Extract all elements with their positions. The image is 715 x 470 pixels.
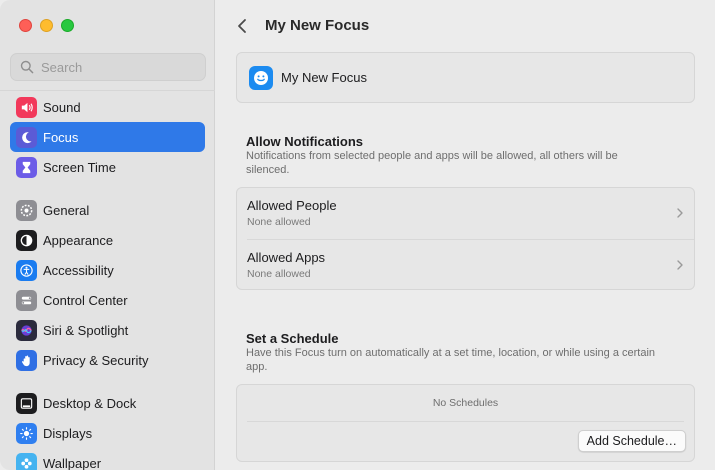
sidebar-item-general[interactable]: General — [10, 195, 205, 225]
wallpaper-icon — [16, 452, 37, 470]
sidebar-group-3: Desktop & Dock Displays Wallpaper — [10, 388, 205, 470]
sidebar-group-2: General Appearance Accessibility Control… — [10, 195, 205, 375]
sidebar-item-label: General — [43, 202, 90, 218]
sidebar-item-sound[interactable]: Sound — [10, 92, 205, 122]
allow-notifications-title: Allow Notifications — [246, 134, 363, 149]
allow-notifications-description: Notifications from selected people and a… — [246, 150, 618, 176]
siri-icon — [16, 319, 37, 341]
sidebar-item-appearance[interactable]: Appearance — [10, 225, 205, 255]
close-button[interactable] — [19, 19, 32, 32]
dock-icon — [16, 392, 37, 414]
chevron-left-icon — [238, 19, 246, 33]
focus-detail-pane: My New Focus My New Focus Allow Notifica… — [216, 0, 715, 470]
back-button[interactable] — [234, 15, 250, 37]
schedule-card: No Schedules Add Schedule… — [236, 384, 695, 462]
sidebar-item-label: Screen Time — [43, 159, 116, 175]
row-subtitle: None allowed — [247, 268, 311, 280]
sidebar-item-label: Focus — [43, 129, 79, 145]
empty-schedules-text: No Schedules — [432, 397, 499, 409]
focus-name: My New Focus — [281, 70, 367, 85]
sidebar-item-label: Privacy & Security — [43, 352, 149, 368]
gear-icon — [16, 199, 37, 221]
row-title: Allowed Apps — [247, 250, 326, 265]
search-field[interactable]: Search — [10, 53, 206, 81]
sidebar-item-label: Desktop & Dock — [43, 395, 137, 411]
minimize-button[interactable] — [40, 19, 53, 32]
sidebar-item-label: Siri & Spotlight — [43, 322, 129, 338]
sidebar-item-label: Appearance — [43, 232, 114, 248]
sidebar-item-desktop-dock[interactable]: Desktop & Dock — [10, 388, 205, 418]
sidebar-item-label: Displays — [43, 425, 93, 441]
chevron-right-icon — [677, 208, 683, 218]
sidebar-item-control-center[interactable]: Control Center — [10, 285, 205, 315]
row-title: Allowed People — [247, 198, 337, 213]
sidebar-group-1: Sound Focus Screen Time — [10, 92, 205, 182]
sidebar-item-focus[interactable]: Focus — [10, 122, 205, 152]
accessibility-icon — [16, 259, 37, 281]
schedule-divider — [247, 421, 684, 422]
sidebar: Search Sound Focus Screen Time General A… — [0, 0, 215, 470]
sidebar-item-accessibility[interactable]: Accessibility — [10, 255, 205, 285]
hourglass-icon — [16, 156, 37, 178]
chevron-right-icon — [677, 260, 683, 270]
settings-window: Search Sound Focus Screen Time General A… — [0, 0, 715, 470]
control-center-icon — [16, 289, 37, 311]
appearance-icon — [16, 229, 37, 251]
sun-icon — [16, 422, 37, 444]
traffic-lights — [19, 19, 74, 32]
sidebar-item-wallpaper[interactable]: Wallpaper — [10, 448, 205, 470]
allowed-apps-row[interactable]: Allowed Apps None allowed — [237, 240, 694, 291]
sidebar-item-privacy-security[interactable]: Privacy & Security — [10, 345, 205, 375]
focus-name-card[interactable]: My New Focus — [236, 52, 695, 103]
sidebar-item-displays[interactable]: Displays — [10, 418, 205, 448]
moon-icon — [16, 126, 37, 148]
sidebar-item-siri-spotlight[interactable]: Siri & Spotlight — [10, 315, 205, 345]
sidebar-divider — [0, 90, 215, 91]
speaker-icon — [16, 96, 37, 118]
page-title: My New Focus — [265, 17, 370, 34]
sidebar-item-label: Sound — [43, 99, 81, 115]
row-subtitle: None allowed — [247, 216, 311, 228]
smiley-icon — [249, 65, 273, 90]
sidebar-item-label: Accessibility — [43, 262, 114, 278]
sidebar-item-label: Wallpaper — [43, 455, 102, 470]
schedule-title: Set a Schedule — [246, 331, 339, 346]
maximize-button[interactable] — [61, 19, 74, 32]
sidebar-item-label: Control Center — [43, 292, 128, 308]
add-schedule-button[interactable]: Add Schedule… — [577, 430, 686, 452]
allowed-list-card: Allowed People None allowed Allowed Apps… — [236, 187, 695, 290]
allowed-people-row[interactable]: Allowed People None allowed — [237, 188, 694, 240]
schedule-description: Have this Focus turn on automatically at… — [246, 347, 656, 373]
search-icon — [20, 60, 34, 74]
sidebar-item-screen-time[interactable]: Screen Time — [10, 152, 205, 182]
hand-icon — [16, 349, 37, 371]
search-placeholder: Search — [41, 59, 83, 75]
